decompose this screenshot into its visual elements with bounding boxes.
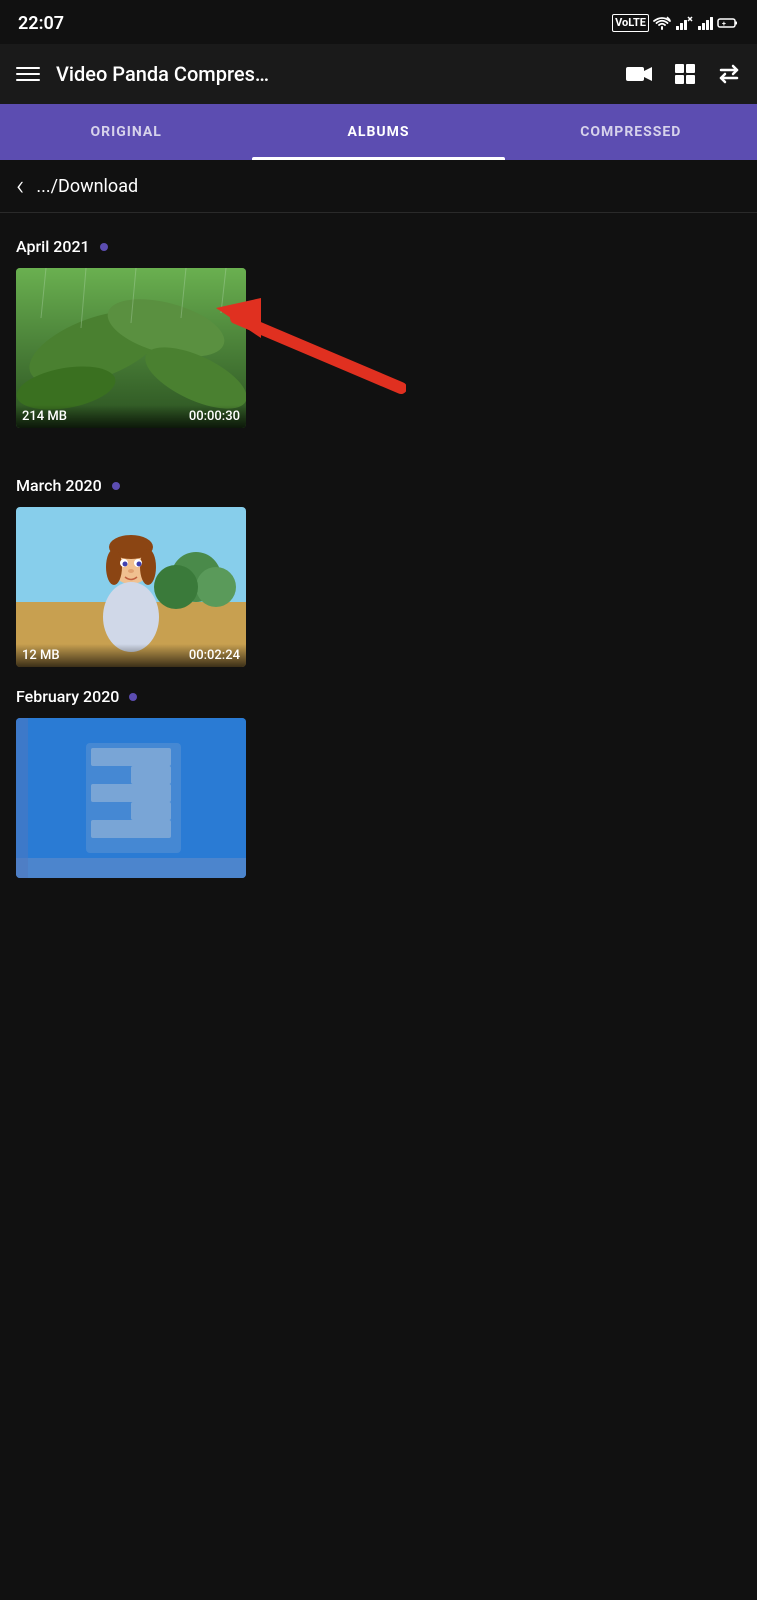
sort-icon[interactable]: [717, 62, 741, 86]
menu-icon: [16, 79, 40, 81]
tab-compressed[interactable]: COMPRESSED: [505, 104, 757, 160]
video-duration-april2021: 00:00:30: [189, 409, 240, 424]
tab-bar: ORIGINAL ALBUMS COMPRESSED: [0, 104, 757, 160]
signal-x-icon: [675, 16, 693, 30]
back-button[interactable]: ‹: [16, 172, 24, 200]
section-header-march2020: March 2020: [16, 476, 741, 495]
section-title-march2020: March 2020: [16, 476, 102, 495]
section-april2021: April 2021: [16, 237, 741, 468]
battery-plus-icon: +: [717, 16, 739, 30]
svg-text:+: +: [722, 20, 726, 28]
section-dot-march2020: [112, 482, 120, 490]
status-icons: VoLTE +: [612, 14, 739, 31]
status-bar: 22:07 VoLTE +: [0, 0, 757, 44]
video-size-march2020: 12 MB: [22, 648, 60, 663]
navigation-row: ‹ .../Download: [0, 160, 757, 213]
section-february2020: February 2020: [16, 687, 741, 878]
app-bar: Video Panda Compres…: [0, 44, 757, 104]
menu-button[interactable]: [16, 67, 40, 81]
video-meta-april2021: 214 MB 00:00:30: [16, 405, 246, 428]
thumb-blue-bg: [16, 718, 246, 878]
section-title-february2020: February 2020: [16, 687, 119, 706]
video-size-april2021: 214 MB: [22, 409, 67, 424]
section-header-february2020: February 2020: [16, 687, 741, 706]
video-thumbnail-march2020[interactable]: 12 MB 00:02:24: [16, 507, 246, 667]
video-duration-march2020: 00:02:24: [189, 648, 240, 663]
menu-icon: [16, 73, 40, 75]
menu-icon: [16, 67, 40, 69]
tab-original[interactable]: ORIGINAL: [0, 104, 252, 160]
video-meta-march2020: 12 MB 00:02:24: [16, 644, 246, 667]
volte-icon: VoLTE: [612, 14, 649, 31]
tab-albums[interactable]: ALBUMS: [252, 104, 504, 160]
rain-leaves-svg: [16, 268, 246, 428]
video-camera-icon[interactable]: [625, 64, 653, 84]
signal-icon: [697, 16, 713, 30]
section-dot-april2021: [100, 243, 108, 251]
nav-path: .../Download: [36, 176, 138, 197]
app-bar-actions: [625, 62, 741, 86]
section-march2020: March 2020: [16, 476, 741, 667]
thumb-animated-bg: [16, 507, 246, 667]
section-dot-february2020: [129, 693, 137, 701]
app-title: Video Panda Compres…: [56, 62, 609, 86]
video-thumbnail-april2021[interactable]: 214 MB 00:00:30: [16, 268, 246, 428]
content-area: April 2021: [0, 213, 757, 914]
blue-thumb-svg: [16, 718, 246, 878]
wifi-icon: [653, 16, 671, 30]
animated-svg: [16, 507, 246, 667]
section-title-april2021: April 2021: [16, 237, 90, 256]
video-thumbnail-february2020[interactable]: [16, 718, 246, 878]
thumb-rain-bg: [16, 268, 246, 428]
grid-icon[interactable]: [673, 62, 697, 86]
status-time: 22:07: [18, 13, 64, 34]
section-header-april2021: April 2021: [16, 237, 741, 256]
